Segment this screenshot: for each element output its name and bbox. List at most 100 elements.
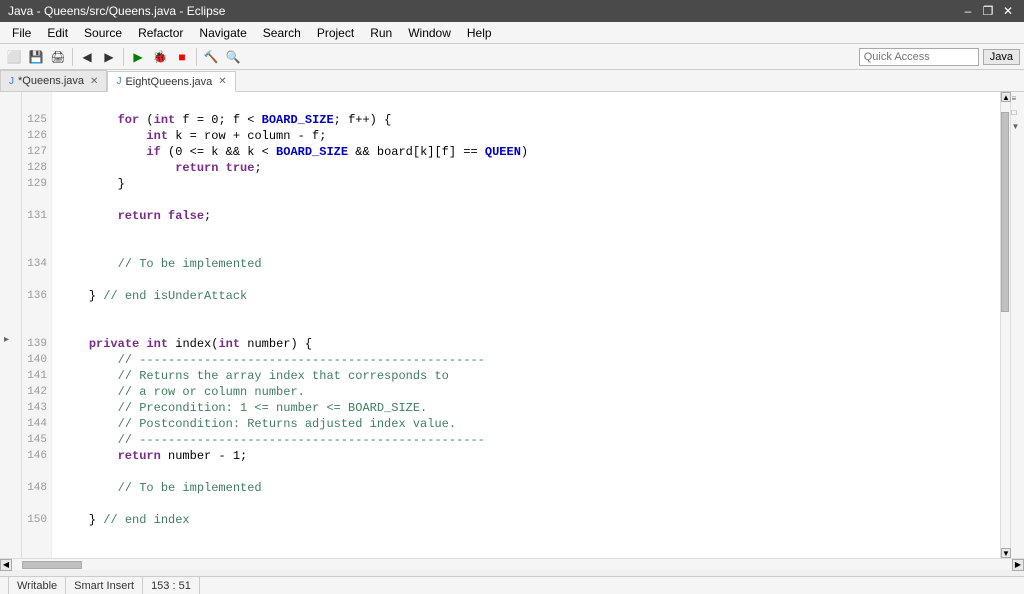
code-content[interactable]: for (int f = 0; f < BOARD_SIZE; f++) { i… — [52, 92, 1000, 558]
left-gutter: ▸ — [0, 92, 22, 558]
code-line — [60, 320, 1000, 336]
menu-item-file[interactable]: File — [4, 24, 39, 42]
line-num: 125 — [22, 112, 47, 128]
code-line — [60, 496, 1000, 512]
tab-eightqueens-java[interactable]: J EightQueens.java ✕ — [107, 71, 235, 92]
right-icon-2[interactable]: □ — [1012, 108, 1024, 120]
line-num: 136 — [22, 288, 47, 304]
forward-button[interactable]: ▶ — [99, 47, 119, 67]
collapse-arrow-index[interactable]: ▸ — [4, 334, 9, 345]
code-line: } // end isUnderAttack — [60, 288, 1000, 304]
menu-item-project[interactable]: Project — [309, 24, 362, 42]
tab-close-queens[interactable]: ✕ — [90, 76, 98, 87]
code-line: // a row or column number. — [60, 384, 1000, 400]
stop-button[interactable]: ■ — [172, 47, 192, 67]
separator-1 — [72, 48, 73, 66]
line-num: 146 — [22, 448, 47, 464]
code-line: return number - 1; — [60, 448, 1000, 464]
code-line — [60, 464, 1000, 480]
line-num: 150 — [22, 512, 47, 528]
scroll-up-button[interactable]: ▲ — [1001, 92, 1011, 102]
quick-access-input[interactable] — [859, 48, 979, 66]
breakpoint-icon — [3, 96, 19, 112]
menu-item-window[interactable]: Window — [400, 24, 459, 42]
maximize-button[interactable]: ❐ — [980, 3, 996, 19]
hscroll-thumb[interactable] — [22, 561, 82, 569]
code-line: for (int f = 0; f < BOARD_SIZE; f++) { — [60, 112, 1000, 128]
tab-label: *Queens.java — [18, 75, 84, 87]
menu-item-run[interactable]: Run — [362, 24, 400, 42]
code-line — [60, 96, 1000, 112]
line-num: 129 — [22, 176, 47, 192]
quick-access-area: Java — [859, 48, 1020, 66]
menu-item-edit[interactable]: Edit — [39, 24, 76, 42]
line-num — [22, 496, 47, 512]
build-button[interactable]: 🔨 — [201, 47, 221, 67]
code-line: } — [60, 176, 1000, 192]
line-num: 142 — [22, 384, 47, 400]
line-num: 134 — [22, 256, 47, 272]
line-num — [22, 464, 47, 480]
line-num — [22, 240, 47, 256]
debug-button[interactable]: 🐞 — [150, 47, 170, 67]
code-line: // Postcondition: Returns adjusted index… — [60, 416, 1000, 432]
line-num: 131 — [22, 208, 47, 224]
line-num — [22, 96, 47, 112]
editor-area: ▸ 125 126 127 128 129 131 134 136 1 — [0, 92, 1024, 558]
right-icon-3[interactable]: ▼ — [1012, 122, 1024, 134]
line-num: 148 — [22, 480, 47, 496]
tab-label-2: EightQueens.java — [125, 76, 212, 88]
window-title: Java - Queens/src/Queens.java - Eclipse — [8, 4, 225, 18]
vertical-scrollbar[interactable]: ▲ ▼ — [1000, 92, 1010, 558]
print-button[interactable]: 🖨 — [48, 47, 68, 67]
line-numbers: 125 126 127 128 129 131 134 136 139 140 … — [22, 92, 52, 558]
new-button[interactable]: ⬜ — [4, 47, 24, 67]
line-num: 126 — [22, 128, 47, 144]
menu-item-source[interactable]: Source — [76, 24, 130, 42]
run-button[interactable]: ▶ — [128, 47, 148, 67]
tab-icon: J — [9, 76, 14, 87]
line-num — [22, 320, 47, 336]
code-line: // To be implemented — [60, 480, 1000, 496]
code-line: return true; — [60, 160, 1000, 176]
left-gutter-icons — [0, 92, 21, 112]
code-line — [60, 272, 1000, 288]
status-position: 153 : 51 — [143, 577, 200, 594]
menu-item-refactor[interactable]: Refactor — [130, 24, 191, 42]
scroll-thumb[interactable] — [1001, 112, 1009, 312]
scroll-left-button[interactable]: ◀ — [0, 559, 12, 571]
line-num: 128 — [22, 160, 47, 176]
line-num: 140 — [22, 352, 47, 368]
toolbar: ⬜ 💾 🖨 ◀ ▶ ▶ 🐞 ■ 🔨 🔍 Java — [0, 44, 1024, 70]
code-editor[interactable]: 125 126 127 128 129 131 134 136 139 140 … — [22, 92, 1024, 558]
tab-icon-2: J — [116, 76, 121, 87]
code-line: if (0 <= k && k < BOARD_SIZE && board[k]… — [60, 144, 1000, 160]
status-insert-mode: Smart Insert — [66, 577, 143, 594]
separator-3 — [196, 48, 197, 66]
line-num: 141 — [22, 368, 47, 384]
code-line — [60, 224, 1000, 240]
hscroll-track[interactable] — [12, 560, 1012, 570]
horizontal-scrollbar[interactable]: ◀ ▶ — [0, 558, 1024, 570]
code-line: // Returns the array index that correspo… — [60, 368, 1000, 384]
tab-close-eightqueens[interactable]: ✕ — [218, 76, 226, 87]
line-num — [22, 192, 47, 208]
scroll-down-button[interactable]: ▼ — [1001, 548, 1011, 558]
menu-item-help[interactable]: Help — [459, 24, 500, 42]
save-button[interactable]: 💾 — [26, 47, 46, 67]
back-button[interactable]: ◀ — [77, 47, 97, 67]
java-perspective-button[interactable]: Java — [983, 49, 1020, 65]
menu-item-search[interactable]: Search — [255, 24, 309, 42]
code-line — [60, 304, 1000, 320]
main-layout: J *Queens.java ✕ J EightQueens.java ✕ ▸ … — [0, 70, 1024, 576]
tab-queens-java[interactable]: J *Queens.java ✕ — [0, 70, 107, 91]
code-line — [60, 240, 1000, 256]
minimize-button[interactable]: – — [960, 3, 976, 19]
close-button[interactable]: ✕ — [1000, 3, 1016, 19]
status-bar: Writable Smart Insert 153 : 51 — [0, 576, 1024, 594]
search-toolbar-button[interactable]: 🔍 — [223, 47, 243, 67]
right-icon-1[interactable]: ≡ — [1012, 94, 1024, 106]
line-num — [22, 304, 47, 320]
scroll-right-button[interactable]: ▶ — [1012, 559, 1024, 571]
menu-item-navigate[interactable]: Navigate — [191, 24, 254, 42]
